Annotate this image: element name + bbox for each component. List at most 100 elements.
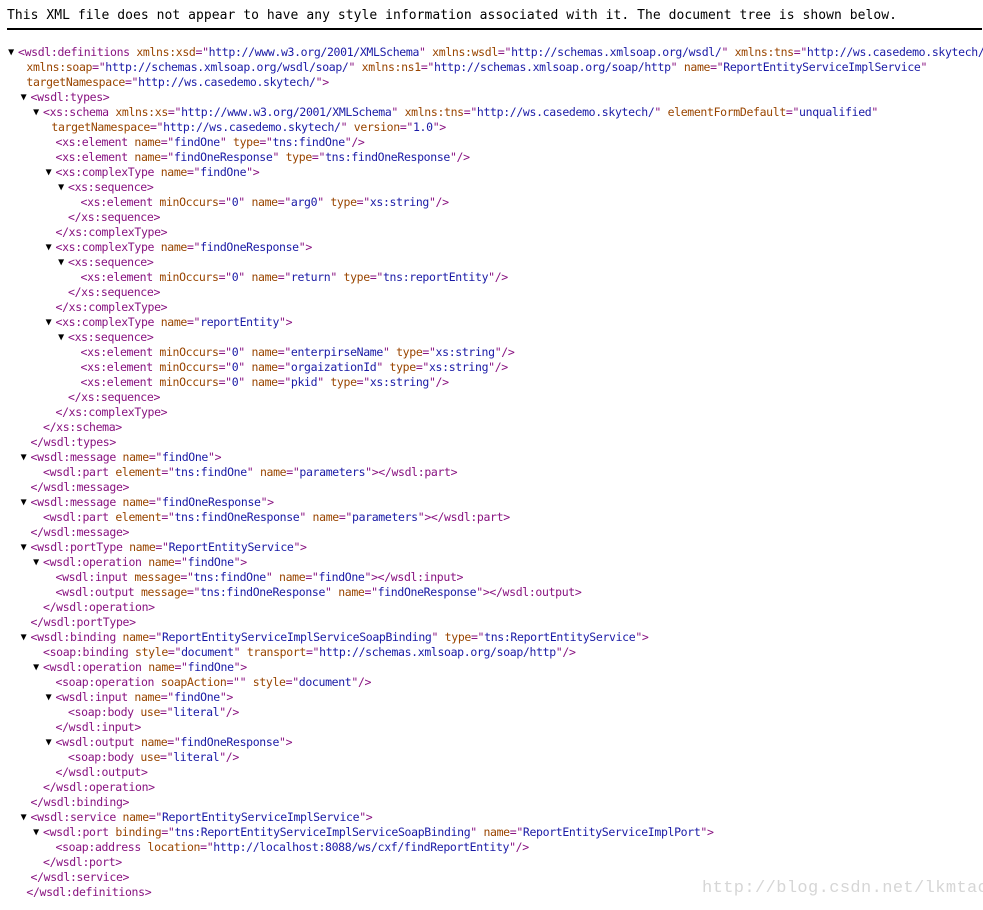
triangle-down-icon[interactable]: ▼ xyxy=(43,315,55,330)
xml-attribute-value: findOneResponse xyxy=(180,735,280,749)
triangle-down-icon[interactable]: ▼ xyxy=(5,45,17,60)
xml-tag-markup: =" xyxy=(470,630,485,644)
triangle-down-icon[interactable]: ▼ xyxy=(30,825,42,840)
xml-tag-markup: <wsdl:types> xyxy=(30,90,110,104)
xml-line-text: </wsdl:message> xyxy=(31,525,130,540)
xml-attribute-value: xs:string xyxy=(428,360,489,374)
xml-tag-markup: =" xyxy=(338,510,353,524)
xml-attribute-value: tns:findOneResponse xyxy=(325,150,450,164)
xml-tag-markup: =" xyxy=(149,120,164,134)
xml-tag-markup: =" xyxy=(167,645,182,659)
xml-line-text: </wsdl:service> xyxy=(31,870,130,885)
triangle-down-icon[interactable]: ▼ xyxy=(18,90,30,105)
xml-attribute-value: findOne xyxy=(318,570,365,584)
xml-line-text: targetNamespace="http://ws.casedemo.skyt… xyxy=(51,120,446,135)
triangle-down-icon[interactable]: ▼ xyxy=(18,450,30,465)
xml-tag-markup: </wsdl:definitions> xyxy=(26,885,152,899)
xml-tag-markup: </xs:schema> xyxy=(43,420,122,434)
xml-tag-markup: " xyxy=(721,45,735,59)
xml-attribute-value: tns:findOneResponse xyxy=(200,585,326,599)
xml-attribute-name: transport xyxy=(246,645,307,659)
xml-attribute-name: name xyxy=(122,495,150,509)
xml-tag-markup: =" xyxy=(195,45,210,59)
xml-attribute-name: type xyxy=(444,630,472,644)
xml-attribute-value: ReportEntityServiceImplPort xyxy=(522,825,701,839)
xml-attribute-name: name xyxy=(160,165,188,179)
triangle-down-icon[interactable]: ▼ xyxy=(43,690,55,705)
xml-attribute-name: name xyxy=(259,465,287,479)
triangle-down-icon[interactable]: ▼ xyxy=(18,495,30,510)
xml-line-text: <xs:element name="findOneResponse" type=… xyxy=(56,150,471,165)
xml-line-text: <soap:address location="http://localhost… xyxy=(56,840,530,855)
xml-tag-markup: =" xyxy=(160,705,174,719)
xml-tag-markup: <xs:element xyxy=(80,345,160,359)
xml-tag-markup: "></wsdl:part> xyxy=(365,465,458,479)
xml-tag-markup: </xs:complexType> xyxy=(55,225,168,239)
xml-attribute-name: name xyxy=(140,735,168,749)
xml-attribute-name: name xyxy=(148,555,175,569)
xml-tag-markup: <soap:binding xyxy=(43,645,136,659)
xml-attribute-name: name xyxy=(122,630,150,644)
xml-attribute-name: style xyxy=(135,645,168,659)
xml-tag-markup: "></wsdl:part> xyxy=(417,510,510,524)
triangle-down-icon[interactable]: ▼ xyxy=(18,540,30,555)
xml-tag-markup: =" xyxy=(174,660,188,674)
triangle-down-icon[interactable]: ▼ xyxy=(30,555,42,570)
xml-tag-markup: "> xyxy=(233,555,248,569)
xml-tag-markup: " xyxy=(239,675,253,689)
xml-tag-markup: "/> xyxy=(344,135,365,149)
xml-attribute-value: literal xyxy=(173,705,220,719)
xml-tag-markup: "></wsdl:output> xyxy=(476,585,582,599)
xml-line-text: </wsdl:operation> xyxy=(43,780,155,795)
xml-attribute-value: ReportEntityService xyxy=(168,540,294,554)
xml-tag-markup: " xyxy=(265,570,280,584)
xml-attribute-name: version xyxy=(353,120,400,134)
xml-tag-markup: <xs:element xyxy=(80,360,160,374)
xml-tag-markup: <wsdl:output xyxy=(55,585,141,599)
xml-tag-markup: =" xyxy=(161,510,175,524)
xml-attribute-value: return xyxy=(290,270,331,284)
xml-tag-markup: =" xyxy=(422,345,436,359)
triangle-down-icon[interactable]: ▼ xyxy=(30,660,42,675)
xml-attribute-name: name xyxy=(251,360,278,374)
xml-tag-markup: " xyxy=(299,510,313,524)
triangle-down-icon[interactable]: ▼ xyxy=(18,630,30,645)
xml-tag-markup: </xs:complexType> xyxy=(55,300,168,314)
triangle-down-icon[interactable]: ▼ xyxy=(43,240,55,255)
triangle-down-icon[interactable]: ▼ xyxy=(55,180,67,195)
xml-line-text: <wsdl:output message="tns:findOneRespons… xyxy=(56,585,582,600)
xml-tag-markup: <wsdl:binding xyxy=(30,630,123,644)
xml-tag-markup: <xs:complexType xyxy=(55,240,161,254)
xml-attribute-name: xmlns:ns1 xyxy=(361,60,422,74)
triangle-down-icon[interactable]: ▼ xyxy=(43,735,55,750)
xml-tag-markup: </xs:sequence> xyxy=(68,390,161,404)
xml-attribute-name: xmlns:tns xyxy=(734,45,795,59)
xml-tag-markup: </wsdl:service> xyxy=(30,870,130,884)
xml-tag-markup: "> xyxy=(635,630,649,644)
xml-attribute-value: tns:findOne xyxy=(193,570,267,584)
xml-tag-markup: =" xyxy=(277,360,292,374)
triangle-down-icon[interactable]: ▼ xyxy=(18,810,30,825)
xml-line-text: </wsdl:message> xyxy=(31,480,130,495)
xml-tag-markup: </xs:complexType> xyxy=(55,405,168,419)
xml-attribute-value: parameters xyxy=(352,510,418,524)
xml-tag-markup: " xyxy=(654,105,668,119)
xml-tag-markup: </xs:sequence> xyxy=(68,285,161,299)
xml-tag-markup: "> xyxy=(208,450,222,464)
xml-tag-markup: </wsdl:types> xyxy=(30,435,117,449)
xml-tag-markup: =" xyxy=(160,150,175,164)
xml-attribute-value: literal xyxy=(173,750,220,764)
xml-attribute-value: http://schemas.xmlsoap.org/wsdl/soap/ xyxy=(105,60,349,74)
triangle-down-icon[interactable]: ▼ xyxy=(30,105,42,120)
triangle-down-icon[interactable]: ▼ xyxy=(43,165,55,180)
xml-tag-markup: </wsdl:binding> xyxy=(30,795,130,809)
xml-line-text: xmlns:soap="http://schemas.xmlsoap.org/w… xyxy=(26,60,927,75)
xml-attribute-value: unqualified xyxy=(799,105,872,119)
xml-tag-markup: <soap:body xyxy=(68,750,141,764)
xml-attribute-name: minOccurs xyxy=(159,345,219,359)
xml-line-text: <xs:sequence> xyxy=(68,330,154,345)
triangle-down-icon[interactable]: ▼ xyxy=(55,255,67,270)
triangle-down-icon[interactable]: ▼ xyxy=(55,330,67,345)
xml-tag-markup: =" xyxy=(785,105,800,119)
xml-attribute-name: name xyxy=(148,660,175,674)
